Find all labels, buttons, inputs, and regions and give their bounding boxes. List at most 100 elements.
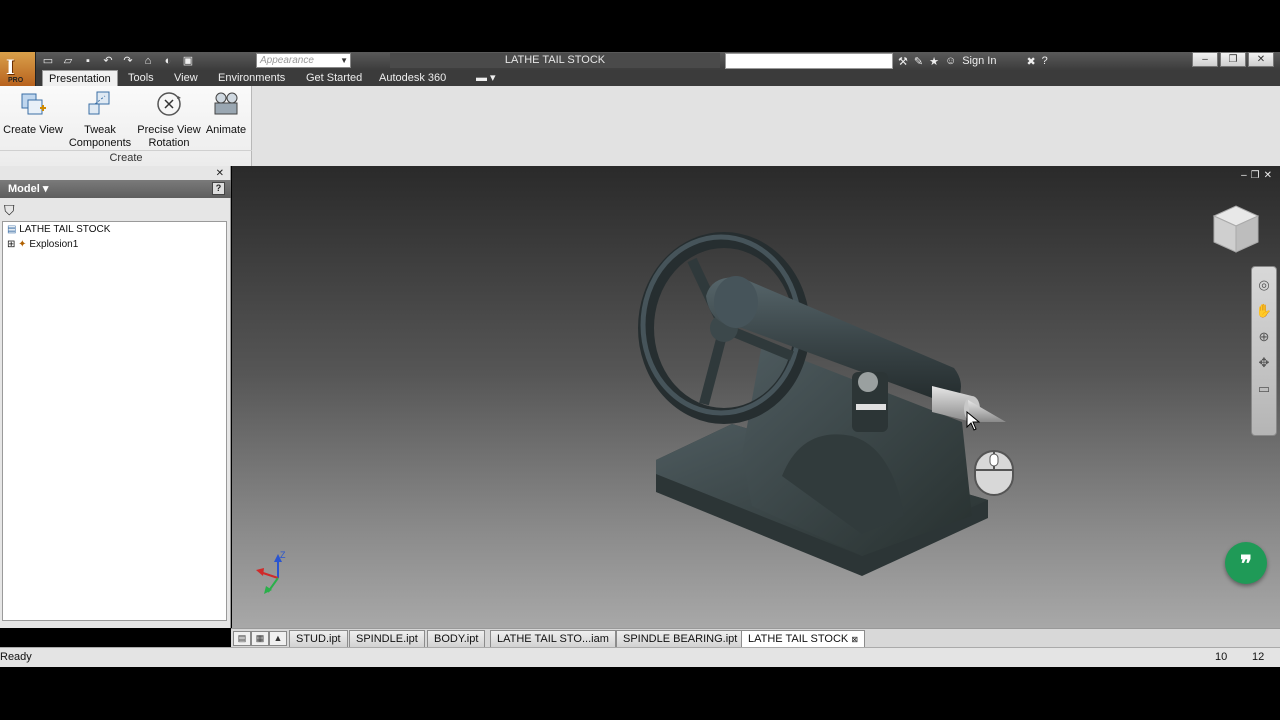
minimize-icon[interactable]: – — [1192, 52, 1218, 67]
tweak-label-1: Tweak — [84, 124, 116, 136]
tab-autodesk-360[interactable]: Autodesk 360 — [373, 70, 452, 86]
tweak-components-icon — [88, 91, 110, 115]
tree-node-label: Explosion1 — [29, 239, 79, 250]
application-menu-button[interactable]: I PRO — [0, 52, 36, 86]
ribbon-tab-bar: Presentation Tools View Environments Get… — [36, 70, 1280, 86]
ribbon-panel: Create View Tweak Components Precise Vie… — [0, 86, 1280, 166]
graphics-viewport[interactable]: –❐✕ ◎ ✋ ⊕ ✥ ▭ Z ❞ — [232, 166, 1280, 628]
tab-get-started[interactable]: Get Started — [300, 70, 368, 86]
browser-header[interactable]: Model ▾ ? — [0, 180, 231, 198]
close-icon[interactable]: ✕ — [216, 168, 224, 179]
create-group-label: Create — [0, 150, 252, 164]
expand-icon[interactable]: ⊞ — [7, 239, 15, 250]
new-icon[interactable]: ▭ — [40, 54, 56, 68]
tree-node-label: LATHE TAIL STOCK — [19, 224, 111, 235]
status-bar: Ready 10 12 — [0, 647, 1280, 667]
pan-icon[interactable]: ✋ — [1252, 303, 1276, 319]
animate-icon — [214, 92, 238, 115]
arrange-windows-icon[interactable]: ▦ — [251, 631, 269, 646]
precise-label-2: Rotation — [148, 137, 190, 149]
home-icon[interactable]: ⌂ — [140, 54, 156, 68]
update-icon[interactable]: ▣ — [180, 54, 196, 68]
status-count-1: 10 — [1215, 651, 1228, 663]
doc-tab-lathe-tail-stock-iam[interactable]: LATHE TAIL STO...iam — [490, 630, 616, 647]
open-icon[interactable]: ▱ — [60, 54, 76, 68]
status-count-2: 12 — [1252, 651, 1265, 663]
doc-tab-spindle[interactable]: SPINDLE.ipt — [349, 630, 425, 647]
tree-node-root[interactable]: ▤ LATHE TAIL STOCK — [7, 223, 110, 237]
close-icon[interactable]: ✕ — [1264, 170, 1276, 181]
tab-environments[interactable]: Environments — [212, 70, 291, 86]
infocenter: ⚒ ✎ ★ ☺ Sign In ✖ ? — [898, 53, 1048, 69]
help-search-input[interactable] — [725, 53, 893, 69]
doc-tab-label: LATHE TAIL STOCK — [748, 633, 849, 645]
feedback-quote-button[interactable]: ❞ — [1225, 542, 1267, 584]
mouse-cursor-icon — [966, 411, 980, 431]
ribbon-options-icon[interactable]: ▬ ▾ — [470, 70, 502, 86]
sign-in-link[interactable]: Sign In — [962, 55, 996, 67]
mouse-button-hint-icon — [974, 450, 1014, 496]
appearance-select[interactable]: Appearance ▼ — [256, 53, 351, 68]
tile-windows-icon[interactable]: ▤ — [233, 631, 251, 646]
window-title: LATHE TAIL STOCK — [390, 53, 720, 68]
browser-tree: ▤ LATHE TAIL STOCK ⊞ ✦ Explosion1 — [2, 221, 227, 621]
steering-wheel-icon[interactable]: ◎ — [1252, 277, 1276, 293]
tailstock-model[interactable] — [632, 216, 1032, 586]
quick-access-toolbar: ▭ ▱ ▪ ↶ ↷ ⌂ ◐ ▣ — [40, 53, 196, 69]
restore-icon[interactable]: ❐ — [1220, 52, 1246, 67]
axis-triad-icon: Z — [256, 550, 286, 594]
precise-view-rotation-button[interactable]: Precise View Rotation — [136, 90, 202, 150]
wrench-icon[interactable]: ⚒ — [898, 55, 908, 68]
document-tab-bar: ▤ ▦ ▲ STUD.ipt SPINDLE.ipt BODY.ipt LATH… — [231, 628, 1280, 647]
undo-icon[interactable]: ↶ — [100, 54, 116, 68]
doc-tab-spindle-bearing[interactable]: SPINDLE BEARING.ipt — [616, 630, 745, 647]
tweak-components-button[interactable]: Tweak Components — [66, 90, 134, 150]
tab-tools[interactable]: Tools — [122, 70, 160, 86]
close-icon[interactable]: ✕ — [1248, 52, 1274, 67]
status-text: Ready — [0, 651, 32, 663]
tab-list-icon[interactable]: ▲ — [269, 631, 287, 646]
viewport-window-controls: –❐✕ — [1241, 170, 1276, 181]
assembly-icon: ▤ — [7, 224, 17, 235]
animate-label: Animate — [205, 124, 247, 136]
tweak-label-2: Components — [68, 137, 132, 149]
save-icon[interactable]: ▪ — [80, 54, 96, 68]
doc-tab-lathe-tail-stock-active[interactable]: LATHE TAIL STOCK ⊠ — [741, 630, 866, 647]
chevron-down-icon: ▼ — [340, 56, 348, 65]
minimize-icon[interactable]: – — [1241, 170, 1251, 181]
z-axis-label: Z — [280, 550, 286, 560]
letterbox-bottom — [0, 667, 1280, 720]
animate-button[interactable]: Animate — [203, 90, 249, 137]
look-at-icon[interactable]: ▭ — [1252, 381, 1276, 397]
help-icon[interactable]: ? — [1042, 55, 1048, 67]
exchange-icon[interactable]: ✖ — [1026, 55, 1035, 68]
filter-icon[interactable]: ⛉ — [4, 202, 15, 219]
create-view-button[interactable]: Create View — [2, 90, 64, 137]
star-icon[interactable]: ★ — [929, 55, 939, 68]
browser-title: Model — [8, 183, 40, 195]
restore-icon[interactable]: ❐ — [1251, 170, 1264, 181]
tab-presentation[interactable]: Presentation — [42, 70, 118, 86]
create-view-label: Create View — [3, 124, 63, 136]
help-icon[interactable]: ? — [212, 182, 225, 195]
user-icon[interactable]: ☺ — [945, 55, 956, 67]
create-view-icon — [21, 93, 46, 115]
appearance-select-value: Appearance — [260, 55, 314, 66]
material-icon[interactable]: ◐ — [160, 54, 176, 68]
doc-tab-body[interactable]: BODY.ipt — [427, 630, 486, 647]
edition-badge: PRO — [8, 77, 24, 84]
chevron-down-icon: ▾ — [42, 183, 49, 195]
navigation-bar: ◎ ✋ ⊕ ✥ ▭ — [1251, 266, 1277, 436]
rotation-icon — [157, 92, 181, 116]
create-panel: Create View Tweak Components Precise Vie… — [0, 86, 252, 166]
redo-icon[interactable]: ↷ — [120, 54, 136, 68]
pin-icon[interactable]: ✎ — [914, 55, 923, 68]
doc-tab-stud[interactable]: STUD.ipt — [289, 630, 348, 647]
zoom-icon[interactable]: ⊕ — [1252, 329, 1276, 345]
tab-view[interactable]: View — [168, 70, 204, 86]
close-icon[interactable]: ⊠ — [851, 635, 858, 644]
viewcube-icon[interactable] — [1208, 202, 1264, 258]
explosion-icon: ✦ — [18, 239, 27, 250]
tree-node-explosion[interactable]: ⊞ ✦ Explosion1 — [7, 238, 78, 252]
orbit-icon[interactable]: ✥ — [1252, 355, 1276, 371]
